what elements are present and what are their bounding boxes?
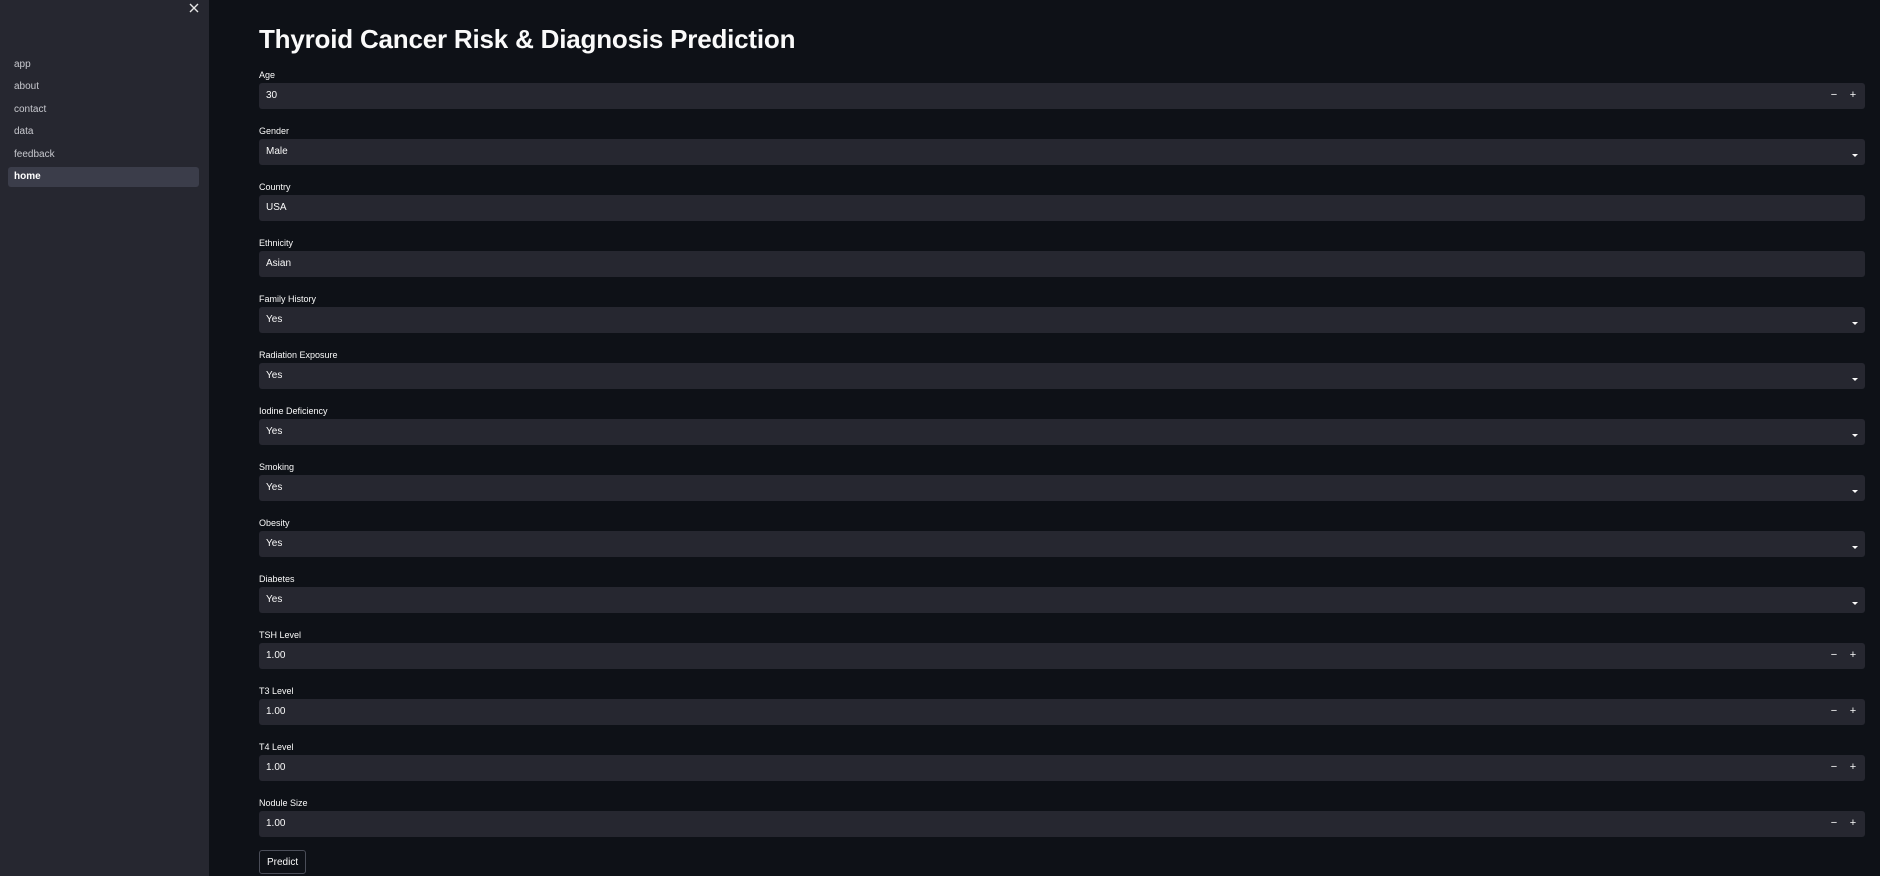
diabetes-value: Yes [266, 594, 283, 605]
smoking-label: Smoking [259, 462, 295, 472]
ethnicity-label: Ethnicity [259, 238, 294, 248]
sidebar: app about contact data feedback home [0, 0, 209, 876]
chevron-down-icon [1850, 539, 1860, 549]
age-value: 30 [266, 90, 278, 101]
radiation-exposure-label: Radiation Exposure [259, 350, 338, 360]
gender-label: Gender [259, 126, 290, 136]
nodule-size-value: 1.00 [266, 818, 286, 829]
t3-level-field: T3 Level 1.00 − + [259, 686, 1865, 742]
country-value: USA [266, 202, 287, 213]
t4-level-label: T4 Level [259, 742, 294, 752]
t4-level-input[interactable]: 1.00 − + [259, 755, 1865, 781]
t3-level-input[interactable]: 1.00 − + [259, 699, 1865, 725]
chevron-down-icon [1850, 315, 1860, 325]
t4-level-increment-button[interactable]: + [1843, 755, 1863, 781]
obesity-field: Obesity Yes [259, 518, 1865, 574]
sidebar-item-feedback[interactable]: feedback [8, 145, 199, 165]
chevron-down-icon [1850, 595, 1860, 605]
obesity-select[interactable]: Yes [259, 531, 1865, 557]
country-field: Country USA [259, 182, 1865, 238]
family-history-select[interactable]: Yes [259, 307, 1865, 333]
sidebar-item-home[interactable]: home [8, 166, 199, 187]
obesity-label: Obesity [259, 518, 290, 528]
obesity-value: Yes [266, 538, 283, 549]
family-history-label: Family History [259, 294, 317, 304]
diabetes-label: Diabetes [259, 574, 295, 584]
country-input[interactable]: USA [259, 195, 1865, 221]
ethnicity-input[interactable]: Asian [259, 251, 1865, 277]
nodule-size-label: Nodule Size [259, 798, 308, 808]
nodule-size-increment-button[interactable]: + [1843, 811, 1863, 837]
t3-level-decrement-button[interactable]: − [1824, 699, 1844, 725]
chevron-down-icon [1850, 427, 1860, 437]
tsh-level-label: TSH Level [259, 630, 302, 640]
t3-level-increment-button[interactable]: + [1843, 699, 1863, 725]
nodule-size-decrement-button[interactable]: − [1824, 811, 1844, 837]
country-label: Country [259, 182, 291, 192]
radiation-exposure-value: Yes [266, 370, 283, 381]
sidebar-nav: app about contact data feedback home [8, 55, 199, 189]
diabetes-select[interactable]: Yes [259, 587, 1865, 613]
sidebar-item-app[interactable]: app [8, 55, 199, 75]
nodule-size-input[interactable]: 1.00 − + [259, 811, 1865, 837]
t4-level-field: T4 Level 1.00 − + [259, 742, 1865, 798]
tsh-level-field: TSH Level 1.00 − + [259, 630, 1865, 686]
age-increment-button[interactable]: + [1843, 83, 1863, 109]
page-title: Thyroid Cancer Risk & Diagnosis Predicti… [259, 24, 796, 54]
tsh-level-value: 1.00 [266, 650, 286, 661]
chevron-down-icon [1850, 371, 1860, 381]
close-icon[interactable] [188, 1, 200, 15]
family-history-field: Family History Yes [259, 294, 1865, 350]
smoking-value: Yes [266, 482, 283, 493]
predict-button[interactable]: Predict [259, 850, 307, 874]
diabetes-field: Diabetes Yes [259, 574, 1865, 630]
t3-level-label: T3 Level [259, 686, 294, 696]
iodine-deficiency-field: Iodine Deficiency Yes [259, 406, 1865, 462]
chevron-down-icon [1850, 483, 1860, 493]
sidebar-item-about[interactable]: about [8, 77, 199, 97]
ethnicity-field: Ethnicity Asian [259, 238, 1865, 294]
sidebar-item-data[interactable]: data [8, 122, 199, 142]
t4-level-value: 1.00 [266, 762, 286, 773]
gender-select[interactable]: Male [259, 139, 1865, 165]
iodine-deficiency-label: Iodine Deficiency [259, 406, 328, 416]
iodine-deficiency-value: Yes [266, 426, 283, 437]
tsh-level-increment-button[interactable]: + [1843, 643, 1863, 669]
family-history-value: Yes [266, 314, 283, 325]
age-field: Age 30 − + [259, 70, 1865, 126]
t3-level-value: 1.00 [266, 706, 286, 717]
chevron-down-icon [1850, 147, 1860, 157]
smoking-field: Smoking Yes [259, 462, 1865, 518]
nodule-size-field: Nodule Size 1.00 − + [259, 798, 1865, 854]
tsh-level-decrement-button[interactable]: − [1824, 643, 1844, 669]
age-label: Age [259, 70, 276, 80]
smoking-select[interactable]: Yes [259, 475, 1865, 501]
radiation-exposure-select[interactable]: Yes [259, 363, 1865, 389]
iodine-deficiency-select[interactable]: Yes [259, 419, 1865, 445]
ethnicity-value: Asian [266, 258, 292, 269]
radiation-exposure-field: Radiation Exposure Yes [259, 350, 1865, 406]
age-input[interactable]: 30 − + [259, 83, 1865, 109]
t4-level-decrement-button[interactable]: − [1824, 755, 1844, 781]
gender-field: Gender Male [259, 126, 1865, 182]
sidebar-item-contact[interactable]: contact [8, 100, 199, 120]
main-content: Thyroid Cancer Risk & Diagnosis Predicti… [259, 0, 1865, 876]
tsh-level-input[interactable]: 1.00 − + [259, 643, 1865, 669]
gender-value: Male [266, 146, 288, 157]
age-decrement-button[interactable]: − [1824, 83, 1844, 109]
